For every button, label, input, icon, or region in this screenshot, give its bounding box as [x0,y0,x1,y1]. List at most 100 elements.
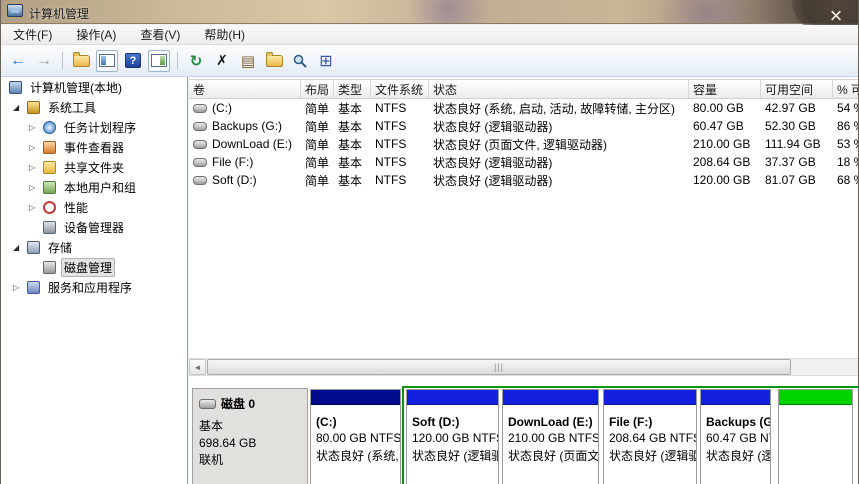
tree-item-computer-management[interactable]: 计算机管理(本地) [1,77,187,97]
partition-soft-d[interactable]: Soft (D:) 120.00 GB NTFS 状态良好 (逻辑驱动器) [406,389,499,484]
folder-up-icon [72,51,90,67]
partition-free-space[interactable] [778,389,853,484]
partition-file-f[interactable]: File (F:) 208.64 GB NTFS 状态良好 (逻辑驱动器) [603,389,697,484]
scrollbar-thumb[interactable]: ||| [207,359,791,375]
volume-list-header: 卷 布局 类型 文件系统 状态 容量 可用空间 % 可用 [189,79,858,99]
forward-icon: → [36,51,52,69]
console-tree-icon [99,54,115,67]
volume-list: 卷 布局 类型 文件系统 状态 容量 可用空间 % 可用 (C:) 简单 基本 … [189,79,858,189]
col-volume[interactable]: 卷 [189,80,301,98]
event-viewer-icon [43,140,56,154]
tree-item-task-scheduler[interactable]: ▷ 任务计划程序 [1,117,187,137]
disk0-info-panel[interactable]: 磁盘 0 基本 698.64 GB 联机 [192,388,308,484]
tree-item-local-users-groups[interactable]: ▷ 本地用户和组 [1,177,187,197]
menu-help[interactable]: 帮助(H) [192,24,257,45]
manage-view-button[interactable]: ⊞ [315,50,337,72]
back-button[interactable]: ← [7,50,29,72]
volume-icon [193,122,207,131]
scroll-left-arrow-icon[interactable]: ◄ [189,359,206,375]
partition-c[interactable]: (C:) 80.00 GB NTFS 状态良好 (系统, 启动, 活动, 故障转… [310,389,401,484]
toolbar-separator [177,51,178,70]
expand-collapse-icon[interactable]: ▷ [29,183,43,192]
col-capacity[interactable]: 容量 [689,80,761,98]
table-row-volume-c[interactable]: (C:) 简单 基本 NTFS 状态良好 (系统, 启动, 活动, 故障转储, … [189,99,858,117]
disk-graphical-view: 磁盘 0 基本 698.64 GB 联机 (C:) 80.00 GB NTFS … [189,376,858,484]
horizontal-scrollbar[interactable]: ◄ ||| [189,358,858,376]
refresh-icon: ↻ [189,52,203,70]
volume-icon [193,158,207,167]
open-button[interactable] [263,50,285,72]
disk-label: 磁盘 0 [221,397,256,411]
console-tree: 计算机管理(本地) ◢ 系统工具 ▷ 任务计划程序 ▷ 事件查看器 ▷ 共享文件… [1,77,188,484]
col-status[interactable]: 状态 [429,80,689,98]
col-layout[interactable]: 布局 [301,80,334,98]
expand-collapse-icon[interactable]: ▷ [29,163,43,172]
partition-download-e[interactable]: DownLoad (E:) 210.00 GB NTFS 状态良好 (页面文件,… [502,389,599,484]
magnifier-icon [292,53,308,69]
help-button[interactable]: ? [122,50,144,72]
help-icon: ? [125,53,141,68]
computer-management-window: 计算机管理 × 文件(F) 操作(A) 查看(V) 帮助(H) ← → ? ↻ … [0,0,859,484]
expand-collapse-icon[interactable]: ▷ [29,203,43,212]
delete-button[interactable]: ✗ [211,50,233,72]
storage-icon [27,240,40,254]
forward-button[interactable]: → [33,50,55,72]
table-row-volume-soft-d[interactable]: Soft (D:) 简单 基本 NTFS 状态良好 (逻辑驱动器) 120.00… [189,171,858,189]
scrollbar-grip-icon: ||| [493,361,504,372]
task-scheduler-icon [43,120,56,134]
col-filesystem[interactable]: 文件系统 [371,80,429,98]
action-pane-icon [151,54,167,67]
expand-collapse-icon[interactable]: ▷ [29,143,43,152]
properties-button[interactable]: ▤ [237,50,259,72]
tree-item-system-tools[interactable]: ◢ 系统工具 [1,97,187,117]
performance-icon [43,200,56,214]
computer-icon [9,80,22,94]
logical-drive-color-bar [503,390,598,405]
delete-icon: ✗ [216,52,228,68]
action-pane-toggle-button[interactable] [148,49,170,72]
services-icon [27,280,40,294]
logical-drive-color-bar [604,390,696,405]
menu-bar: 文件(F) 操作(A) 查看(V) 帮助(H) [1,24,858,45]
col-free-space[interactable]: 可用空间 [761,80,833,98]
col-type[interactable]: 类型 [334,80,371,98]
tree-item-services-applications[interactable]: ▷ 服务和应用程序 [1,277,187,297]
col-pct-free[interactable]: % 可用 [833,80,858,98]
back-icon: ← [10,51,26,69]
expand-collapse-icon[interactable]: ◢ [13,243,27,252]
manage-view-icon: ⊞ [319,52,333,70]
menu-view[interactable]: 查看(V) [128,24,192,45]
partition-backups-g[interactable]: Backups (G:) 60.47 GB NTFS 状态良好 (逻辑驱动器) [700,389,771,484]
tree-item-shared-folders[interactable]: ▷ 共享文件夹 [1,157,187,177]
table-row-volume-file-f[interactable]: File (F:) 简单 基本 NTFS 状态良好 (逻辑驱动器) 208.64… [189,153,858,171]
tree-item-device-manager[interactable]: 设备管理器 [1,217,187,237]
expand-collapse-icon[interactable]: ▷ [13,283,27,292]
toolbar-separator [62,51,63,70]
volume-icon [193,104,207,113]
table-row-volume-backups-g[interactable]: Backups (G:) 简单 基本 NTFS 状态良好 (逻辑驱动器) 60.… [189,117,858,135]
local-users-icon [43,180,56,194]
app-icon [7,4,23,17]
find-button[interactable] [289,50,311,72]
toolbar: ← → ? ↻ ✗ ▤ ⊞ [1,45,858,77]
console-tree-toggle-button[interactable] [96,49,118,72]
logical-drive-color-bar [407,390,498,405]
tree-item-disk-management[interactable]: 磁盘管理 [1,257,187,277]
show-tree-folder-button[interactable] [70,50,92,72]
title-bar[interactable]: 计算机管理 × [1,0,858,34]
menu-action[interactable]: 操作(A) [64,24,128,45]
volume-icon [193,176,207,185]
tree-item-event-viewer[interactable]: ▷ 事件查看器 [1,137,187,157]
primary-partition-color-bar [311,390,400,405]
disk-management-icon [43,260,56,274]
expand-collapse-icon[interactable]: ◢ [13,103,27,112]
tree-item-performance[interactable]: ▷ 性能 [1,197,187,217]
refresh-button[interactable]: ↻ [185,50,207,72]
tree-item-storage[interactable]: ◢ 存储 [1,237,187,257]
expand-collapse-icon[interactable]: ▷ [29,123,43,132]
table-row-volume-download-e[interactable]: DownLoad (E:) 简单 基本 NTFS 状态良好 (页面文件, 逻辑驱… [189,135,858,153]
window-title: 计算机管理 [29,7,90,21]
system-tools-icon [27,100,40,114]
menu-file[interactable]: 文件(F) [1,24,64,45]
properties-icon: ▤ [240,52,256,70]
